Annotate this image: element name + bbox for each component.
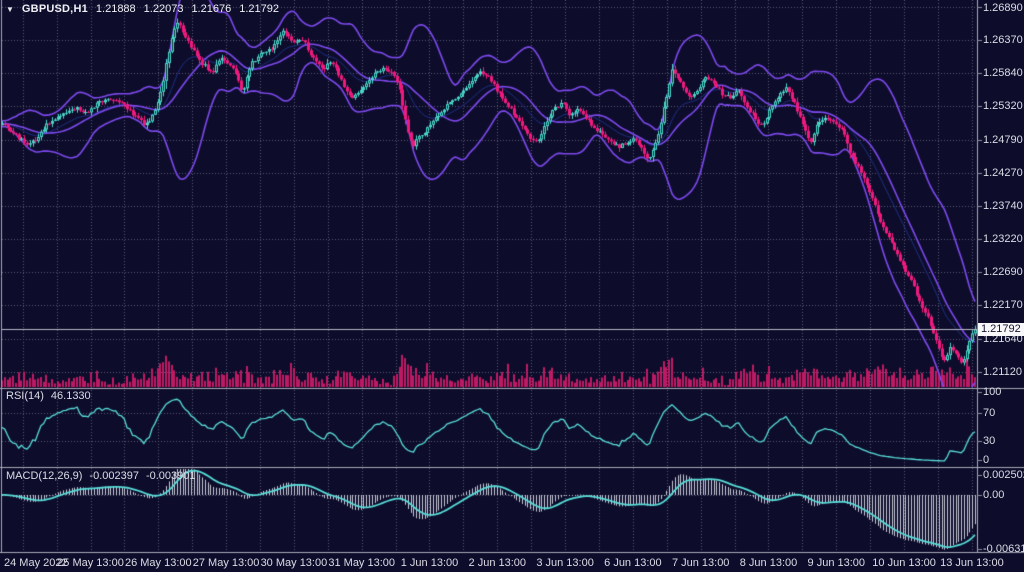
symbol-dropdown-icon[interactable]: ▼ — [6, 5, 14, 14]
trading-chart-window: ▼ GBPUSD,H1 1.21888 1.22073 1.21676 1.21… — [0, 0, 1024, 572]
price-axis[interactable] — [978, 0, 1024, 553]
time-axis[interactable] — [0, 554, 977, 572]
chart-plot-area[interactable] — [0, 0, 1024, 572]
